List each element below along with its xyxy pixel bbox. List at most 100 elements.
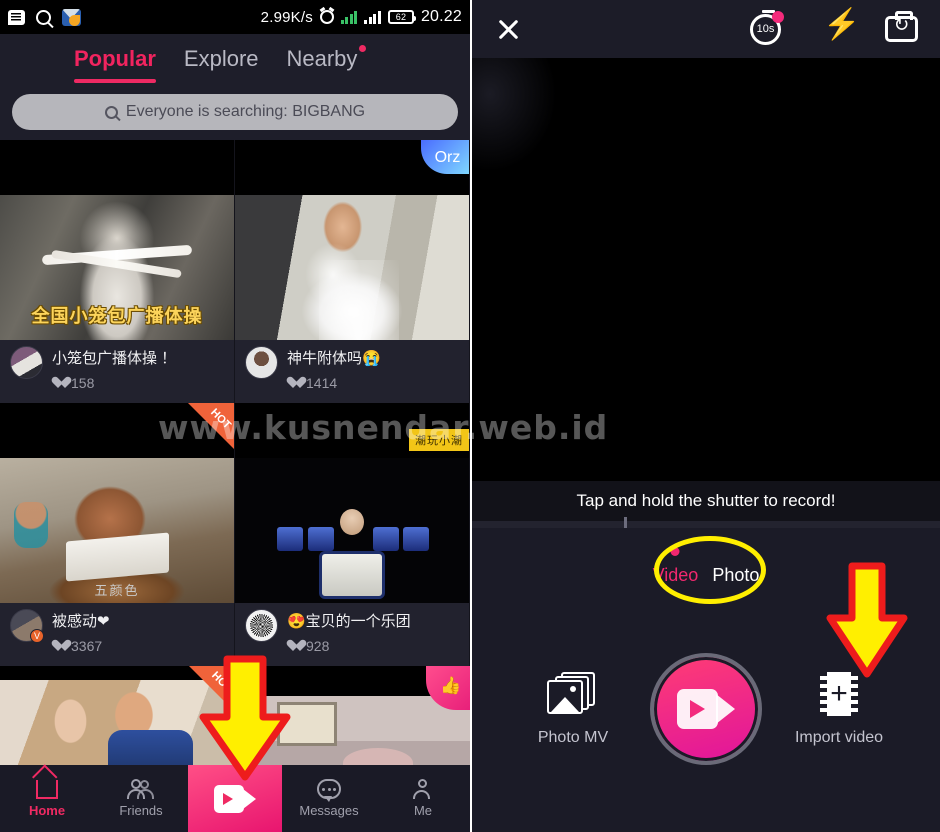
close-icon[interactable]: [494, 15, 522, 43]
video-thumbnail: 五颜色 HOT: [0, 403, 234, 603]
video-card-1[interactable]: 全国小笼包广播体操 小笼包广播体操 ！ 158: [0, 140, 235, 403]
timer-label: 10s: [756, 23, 775, 35]
thumbnail-caption: 五颜色: [94, 583, 140, 598]
thumbnail-image: [235, 458, 469, 603]
video-title: 😍宝贝的一个乐团: [287, 613, 411, 630]
verified-badge: V: [30, 629, 44, 643]
card-meta: 😍宝贝的一个乐团 928: [235, 603, 469, 666]
photo-stack-icon: [547, 671, 599, 716]
hot-badge: HOT: [188, 403, 234, 449]
like-count: 3367: [71, 638, 103, 654]
video-card-4[interactable]: 潮玩小潮 😍宝贝的一个乐团 928: [235, 403, 470, 666]
avatar[interactable]: V: [10, 609, 44, 643]
mode-selector: Video Photo: [472, 528, 940, 604]
nav-item-friends-label: Friends: [119, 803, 163, 818]
video-thumbnail: 全国小笼包广播体操: [0, 140, 234, 340]
import-video-button[interactable]: + Import video: [774, 671, 904, 747]
tab-explore[interactable]: Explore: [184, 46, 259, 76]
heart-icon: [52, 640, 65, 652]
tab-nearby-badge-dot: [359, 45, 367, 52]
feed-screen: 2.99K/s 62 20.22 Popular Explore Nearby …: [0, 0, 470, 832]
network-speed: 2.99K/s: [260, 8, 313, 26]
tab-popular-label: Popular: [74, 46, 156, 71]
like-count: 928: [306, 638, 330, 654]
message-icon: [317, 779, 341, 802]
video-card-2[interactable]: Orz 神牛附体吗😭 1414: [235, 140, 470, 403]
status-bar: 2.99K/s 62 20.22: [0, 0, 470, 34]
video-grid: 全国小笼包广播体操 小笼包广播体操 ！ 158 Orz 神牛附体吗😭 1414 …: [0, 140, 470, 666]
avatar[interactable]: [245, 609, 278, 642]
hot-badge-label: HOT: [208, 669, 234, 695]
video-card-6[interactable]: 👍: [235, 666, 470, 778]
home-icon: [36, 779, 58, 799]
card-meta: V 被感动❤ 3367: [0, 603, 234, 666]
camera-screen: 10s Tap and hold the shutter to record! …: [470, 0, 940, 832]
battery-icon: 62: [387, 10, 416, 24]
like-count: 158: [71, 375, 95, 391]
like-count-row: 3367: [52, 638, 110, 654]
heart-icon: [287, 377, 300, 389]
video-title: 被感动❤: [52, 613, 110, 630]
camera-top-actions: 10s: [750, 9, 918, 45]
shutter-button[interactable]: [650, 653, 762, 765]
thumbnail-caption: 全国小笼包广播体操: [31, 306, 203, 326]
friends-icon: [127, 779, 154, 799]
mode-video[interactable]: Video: [653, 547, 699, 586]
heart-icon: [287, 640, 300, 652]
video-title: 小笼包广播体操 ！: [52, 350, 177, 367]
nav-item-record[interactable]: [188, 765, 282, 832]
signal-icon-1: [340, 10, 358, 24]
search-bar-container: Everyone is searching: BIGBANG: [0, 88, 470, 140]
video-card-5[interactable]: HOT: [0, 666, 235, 778]
shutter-video-icon: [677, 689, 735, 729]
battery-level: 62: [395, 12, 407, 22]
tab-nearby[interactable]: Nearby: [286, 45, 367, 76]
card-meta: 神牛附体吗😭 1414: [235, 340, 469, 403]
camera-flip-icon[interactable]: [885, 11, 918, 42]
like-count-row: 1414: [287, 375, 381, 391]
like-count: 1414: [306, 375, 338, 391]
tab-popular[interactable]: Popular: [74, 46, 156, 83]
tab-explore-label: Explore: [183, 46, 259, 71]
photo-mv-label: Photo MV: [537, 728, 609, 746]
bottom-nav-bar: Home Friends Messages Me: [0, 765, 470, 832]
person-icon: [413, 779, 433, 799]
badge-orz: Orz: [421, 140, 469, 174]
flash-icon[interactable]: [823, 10, 860, 44]
nav-item-friends[interactable]: Friends: [94, 765, 188, 832]
tab-nearby-label: Nearby: [286, 46, 358, 71]
video-card-3[interactable]: 五颜色 HOT V 被感动❤ 3367: [0, 403, 235, 666]
search-icon: [104, 105, 118, 119]
nav-item-home-label: Home: [28, 802, 66, 818]
mail-icon: [62, 8, 81, 26]
mode-video-label: Video: [652, 564, 699, 585]
video-grid-row-partial: HOT 👍: [0, 666, 470, 832]
nav-item-home[interactable]: Home: [0, 765, 94, 832]
bbm-icon: [8, 9, 25, 25]
nav-item-me[interactable]: Me: [376, 765, 470, 832]
mode-photo[interactable]: Photo: [712, 547, 759, 586]
camera-top-bar: 10s: [472, 0, 940, 58]
mode-scroll-strip: [472, 517, 940, 531]
like-count-row: 928: [287, 638, 411, 654]
mode-photo-label: Photo: [712, 564, 760, 585]
viewfinder-noise: [472, 58, 562, 178]
signal-icon-2: [364, 10, 381, 24]
hot-badge-label: HOT: [207, 406, 233, 432]
video-thumbnail: Orz: [235, 140, 469, 340]
video-title: 神牛附体吗😭: [287, 350, 381, 367]
screenshot-root: 2.99K/s 62 20.22 Popular Explore Nearby …: [0, 0, 940, 832]
nav-item-messages-label: Messages: [299, 803, 359, 818]
search-icon: [36, 9, 51, 25]
timer-icon[interactable]: 10s: [750, 9, 784, 45]
badge-label: 潮玩小潮: [409, 429, 469, 451]
nav-item-messages[interactable]: Messages: [282, 765, 376, 832]
feed-tab-bar: Popular Explore Nearby: [0, 34, 470, 88]
photo-mv-button[interactable]: Photo MV: [508, 671, 638, 747]
search-input[interactable]: Everyone is searching: BIGBANG: [12, 94, 458, 130]
avatar[interactable]: [10, 346, 43, 379]
timer-badge-dot: [772, 10, 784, 23]
avatar[interactable]: [245, 346, 278, 379]
film-plus-icon: +: [814, 671, 864, 716]
camera-viewfinder[interactable]: [472, 58, 940, 481]
